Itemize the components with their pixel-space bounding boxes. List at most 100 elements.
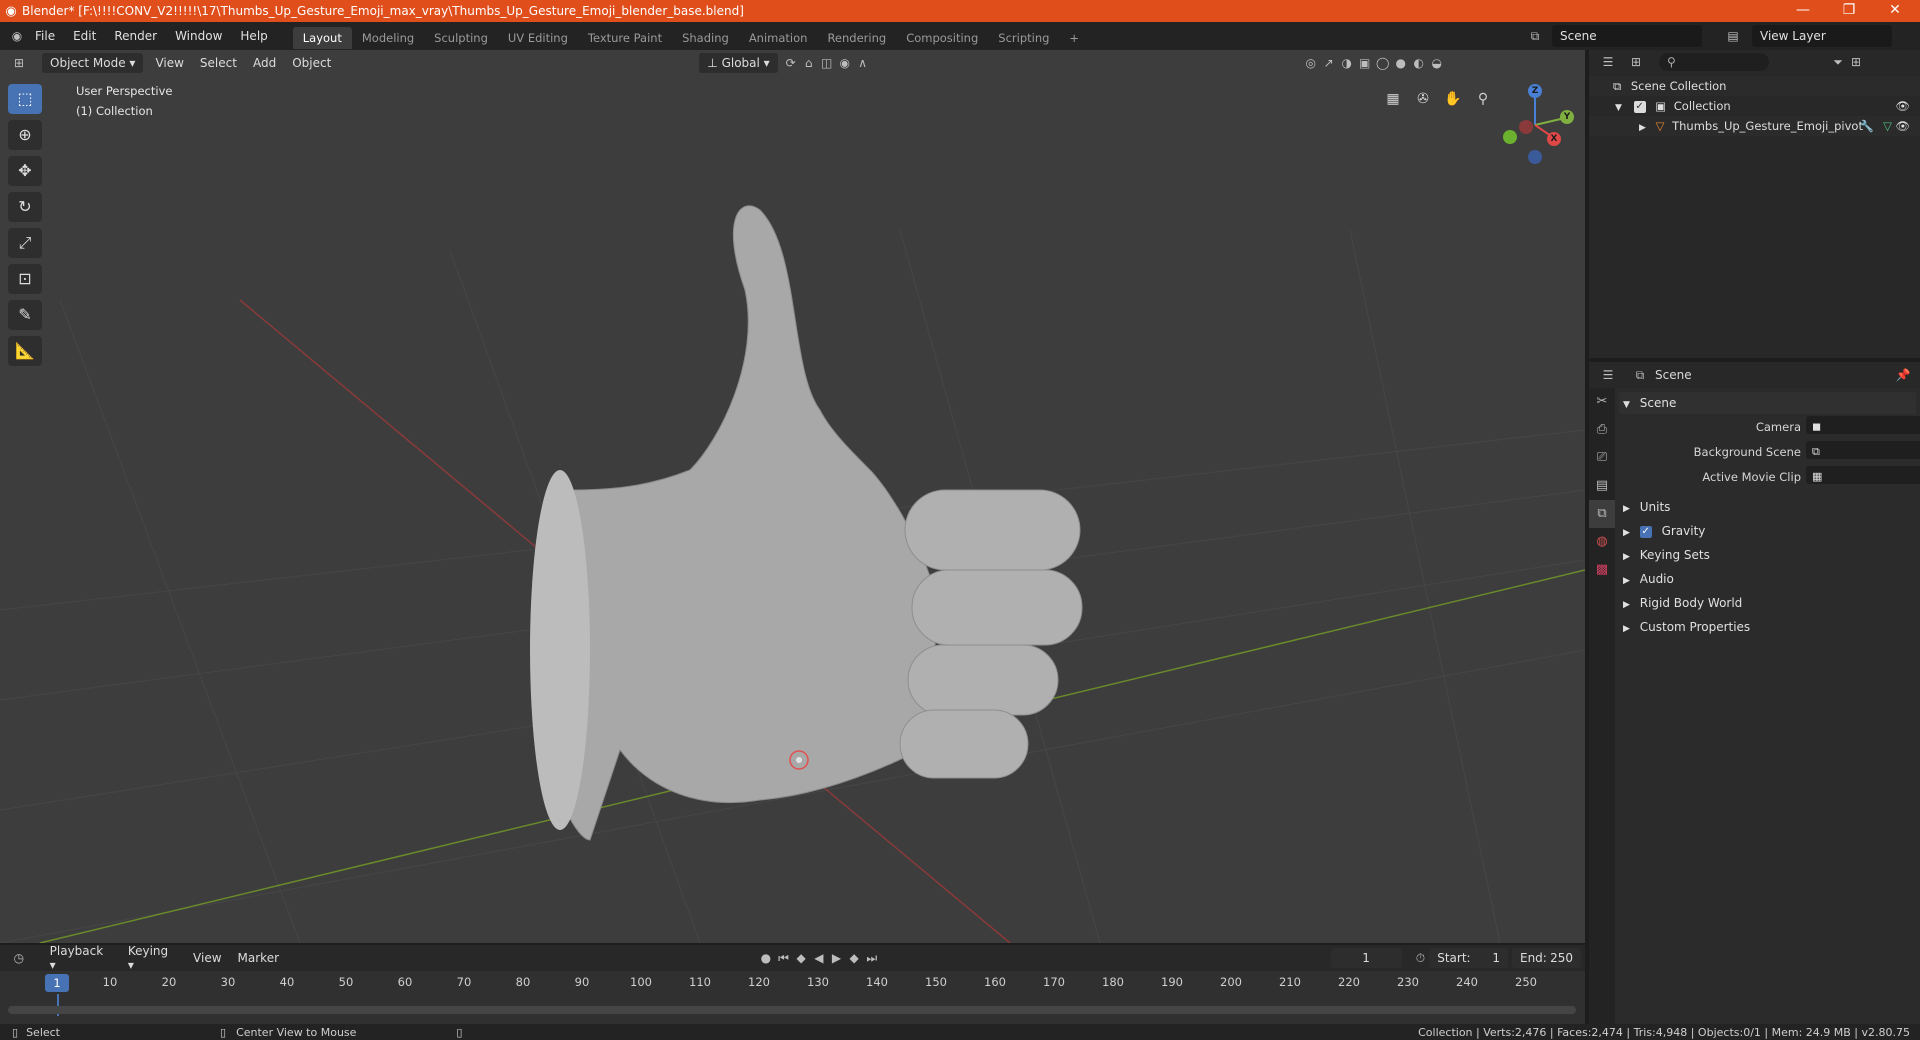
wireframe-shading-icon[interactable]: ◯ xyxy=(1374,54,1392,72)
scene-panel-header[interactable]: ▼ Scene xyxy=(1619,392,1916,414)
timeline-ruler[interactable]: 1 10 20 30 40 50 60 70 80 90 100 110 120… xyxy=(0,972,1585,994)
gizmo-neg-x-axis[interactable] xyxy=(1519,120,1533,134)
scene-icon[interactable]: ⧉ xyxy=(1526,27,1544,45)
tab-compositing[interactable]: Compositing xyxy=(896,27,988,49)
outliner-row-collection[interactable]: ▼ ✓ ▣ Collection 👁 xyxy=(1589,96,1920,116)
viewport-menu-select[interactable]: Select xyxy=(192,56,245,70)
gizmo-y-axis[interactable]: Y xyxy=(1560,110,1574,124)
tab-rendering[interactable]: Rendering xyxy=(817,27,896,49)
record-icon[interactable]: ● xyxy=(757,949,775,967)
viewport-menu-object[interactable]: Object xyxy=(284,56,339,70)
tab-animation[interactable]: Animation xyxy=(739,27,818,49)
jump-start-icon[interactable]: ⏮ xyxy=(775,949,793,967)
cursor-tool-icon[interactable]: ⊕ xyxy=(8,120,42,150)
tab-modeling[interactable]: Modeling xyxy=(352,27,424,49)
tab-uv-editing[interactable]: UV Editing xyxy=(498,27,578,49)
toggle-grid-icon[interactable]: ▦ xyxy=(1380,86,1406,112)
gizmo-z-axis[interactable]: Z xyxy=(1528,84,1542,98)
xray-icon[interactable]: ▣ xyxy=(1356,54,1374,72)
orientation-dropdown[interactable]: ⊥ Global ▾ xyxy=(699,53,778,73)
render-tab-icon[interactable]: ⎙ xyxy=(1589,416,1615,444)
material-shading-icon[interactable]: ◐ xyxy=(1410,54,1428,72)
tab-sculpting[interactable]: Sculpting xyxy=(424,27,498,49)
gravity-checkbox[interactable]: ✓ xyxy=(1639,525,1652,538)
scale-tool-icon[interactable]: ⤢ xyxy=(8,228,42,258)
timeline-menu-marker[interactable]: Marker xyxy=(230,951,287,965)
rigid-body-world-panel-header[interactable]: ▶ Rigid Body World xyxy=(1619,592,1916,614)
camera-field[interactable] xyxy=(1806,416,1920,434)
current-frame-field[interactable]: 1 xyxy=(1330,948,1402,968)
tab-layout[interactable]: Layout xyxy=(292,26,352,49)
minimize-button[interactable]: — xyxy=(1780,0,1826,22)
menu-render[interactable]: Render xyxy=(105,22,166,50)
snap-icon[interactable]: ⌂ xyxy=(800,54,818,72)
menu-window[interactable]: Window xyxy=(166,22,231,50)
view-layer-tab-icon[interactable]: ▤ xyxy=(1589,472,1615,500)
outliner-row-scene-collection[interactable]: ⧉ Scene Collection xyxy=(1589,76,1920,96)
texture-tab-icon[interactable]: ▩ xyxy=(1589,556,1615,584)
collection-checkbox[interactable]: ✓ xyxy=(1633,100,1646,113)
filter-icon[interactable]: ⏷ xyxy=(1829,53,1847,71)
editor-type-icon[interactable]: ⊞ xyxy=(10,54,28,72)
solid-shading-icon[interactable]: ● xyxy=(1392,54,1410,72)
proportional-edit-icon[interactable]: ◉ xyxy=(836,54,854,72)
maximize-button[interactable]: ❐ xyxy=(1826,0,1872,22)
current-frame-indicator[interactable]: 1 xyxy=(45,974,69,992)
overlay-toggle-icon[interactable]: ◑ xyxy=(1338,54,1356,72)
collection-eye-icon[interactable]: 👁 xyxy=(1895,96,1910,116)
viewport-menu-add[interactable]: Add xyxy=(245,56,284,70)
outliner-search-input[interactable]: ⚲ xyxy=(1659,53,1769,71)
blender-menu-icon[interactable]: ◉ xyxy=(8,27,26,45)
outliner-editor-type-icon[interactable]: ☰ xyxy=(1599,53,1617,71)
tool-tab-icon[interactable]: ✂ xyxy=(1589,388,1615,416)
timeline-menu-playback[interactable]: Playback ▾ xyxy=(42,944,120,972)
mesh-data-icon[interactable]: ▽ xyxy=(1883,116,1892,136)
new-collection-icon[interactable]: ⊞ xyxy=(1847,53,1865,71)
navigation-gizmo[interactable]: Z Y X xyxy=(1495,80,1575,164)
expand-arrow-icon[interactable]: ▶ xyxy=(1639,123,1646,133)
select-box-tool-icon[interactable]: ⬚ xyxy=(8,84,42,114)
display-mode-icon[interactable]: ⊞ xyxy=(1627,53,1645,71)
jump-end-icon[interactable]: ⏭ xyxy=(863,949,881,967)
view-layer-icon[interactable]: ▤ xyxy=(1724,27,1742,45)
3d-viewport[interactable]: ⊞ Object Mode ▾ View Select Add Object ⊥… xyxy=(0,50,1585,943)
annotate-tool-icon[interactable]: ✎ xyxy=(8,300,42,330)
units-panel-header[interactable]: ▶ Units xyxy=(1619,496,1916,518)
tab-scripting[interactable]: Scripting xyxy=(988,27,1059,49)
timeline-menu-keying[interactable]: Keying ▾ xyxy=(120,944,185,972)
background-scene-field[interactable] xyxy=(1806,441,1920,459)
rendered-shading-icon[interactable]: ◒ xyxy=(1428,54,1446,72)
custom-properties-panel-header[interactable]: ▶ Custom Properties xyxy=(1619,616,1916,638)
pin-icon[interactable]: 📌 xyxy=(1894,366,1912,384)
properties-editor-type-icon[interactable]: ☰ xyxy=(1599,366,1617,384)
camera-view-icon[interactable]: ✇ xyxy=(1410,86,1436,112)
timeline-menu-view[interactable]: View xyxy=(185,951,229,965)
play-reverse-icon[interactable]: ◀ xyxy=(810,949,828,967)
outliner-row-object[interactable]: ▶ ▽ Thumbs_Up_Gesture_Emoji_pivot 🔧 ▽ 👁 xyxy=(1589,116,1920,136)
timeline-editor-type-icon[interactable]: ◷ xyxy=(10,949,28,967)
object-eye-icon[interactable]: 👁 xyxy=(1895,116,1910,136)
keying-sets-panel-header[interactable]: ▶ Keying Sets xyxy=(1619,544,1916,566)
tab-shading[interactable]: Shading xyxy=(672,27,739,49)
tab-texture-paint[interactable]: Texture Paint xyxy=(578,27,672,49)
menu-help[interactable]: Help xyxy=(231,22,276,50)
close-button[interactable]: ✕ xyxy=(1872,0,1918,22)
world-tab-icon[interactable]: ◍ xyxy=(1589,528,1615,556)
gizmo-toggle-icon[interactable]: ↗ xyxy=(1320,54,1338,72)
menu-edit[interactable]: Edit xyxy=(64,22,105,50)
scene-selector[interactable]: Scene xyxy=(1552,25,1702,47)
next-keyframe-icon[interactable]: ◆ xyxy=(845,949,863,967)
viewport-canvas[interactable] xyxy=(0,50,1585,943)
viewport-menu-view[interactable]: View xyxy=(147,56,191,70)
end-frame-field[interactable]: End: 250 xyxy=(1511,948,1581,968)
gizmo-x-axis[interactable]: X xyxy=(1547,132,1561,146)
transform-tool-icon[interactable]: ⊡ xyxy=(8,264,42,294)
modifier-wrench-icon[interactable]: 🔧 xyxy=(1860,116,1874,136)
pivot-icon[interactable]: ⟳ xyxy=(782,54,800,72)
visibility-icon[interactable]: ◎ xyxy=(1302,54,1320,72)
scene-tab-icon[interactable]: ⧉ xyxy=(1589,500,1615,528)
zoom-view-icon[interactable]: ⚲ xyxy=(1470,86,1496,112)
view-layer-selector[interactable]: View Layer xyxy=(1752,25,1892,47)
audio-panel-header[interactable]: ▶ Audio xyxy=(1619,568,1916,590)
thumbs-up-model[interactable] xyxy=(530,205,1083,841)
